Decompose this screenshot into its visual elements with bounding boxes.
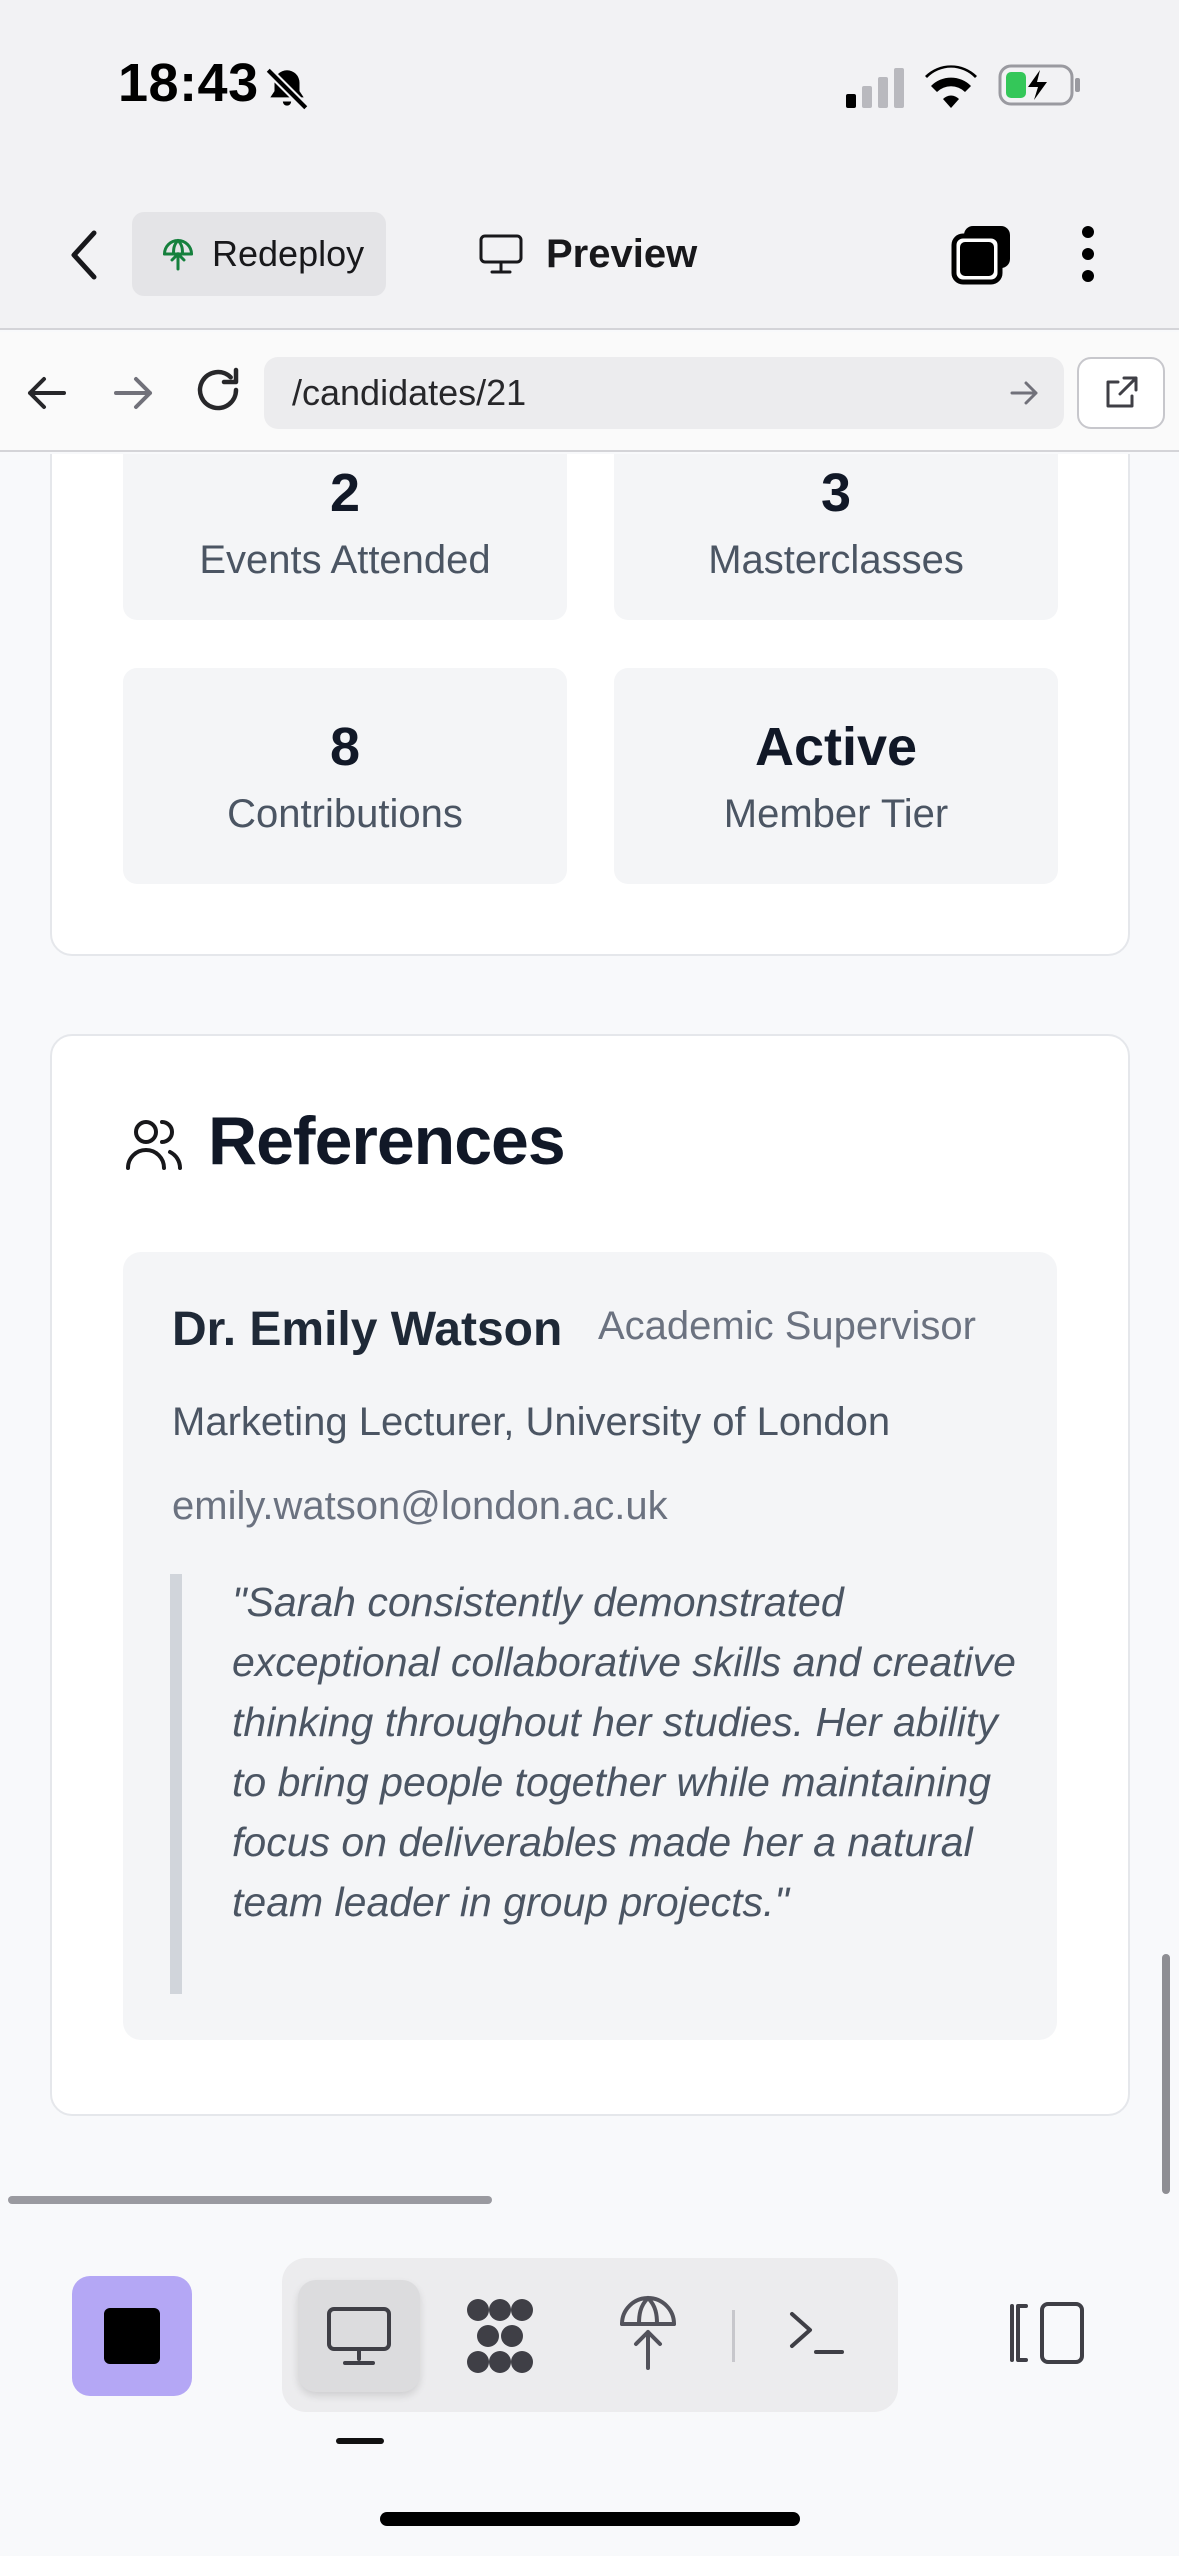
- stat-value: 3: [820, 463, 852, 523]
- stat-value: 2: [329, 463, 361, 523]
- battery-charging-icon: [998, 62, 1082, 113]
- reference-name: Dr. Emily Watson: [172, 1303, 563, 1356]
- desktop-view-button[interactable]: [298, 2280, 420, 2392]
- stat-value: 8: [329, 717, 361, 777]
- reference-quote: "Sarah consistently demonstrated excepti…: [232, 1579, 1016, 1925]
- bell-off-icon: [262, 64, 312, 119]
- redeploy-icon: [163, 239, 193, 271]
- quote-border: [170, 1574, 182, 1994]
- page-content[interactable]: 2 Events Attended 3 Masterclasses 8 Cont…: [0, 454, 1179, 2224]
- redeploy-button[interactable]: Redeploy: [132, 212, 386, 296]
- more-vertical-icon[interactable]: [1070, 222, 1106, 291]
- stop-icon: [104, 2308, 160, 2364]
- stat-events-attended: 2 Events Attended: [123, 454, 567, 620]
- horizontal-scrollbar[interactable]: [8, 2196, 492, 2204]
- url-text: /candidates/21: [292, 372, 527, 413]
- dock-separator: [732, 2310, 735, 2362]
- wifi-icon: [925, 64, 977, 113]
- preview-label: Preview: [546, 231, 698, 276]
- apps-icon[interactable]: [460, 2296, 540, 2381]
- signal-icon: [846, 68, 906, 113]
- arrow-left-icon[interactable]: [24, 370, 70, 421]
- stat-label: Events Attended: [199, 538, 491, 582]
- open-external-button[interactable]: [1077, 357, 1165, 429]
- redeploy-label: Redeploy: [212, 233, 365, 274]
- chevron-left-icon: [71, 230, 97, 280]
- desktop-icon: [327, 2307, 391, 2365]
- stat-masterclasses: 3 Masterclasses: [614, 454, 1058, 620]
- stat-label: Member Tier: [723, 792, 949, 836]
- tabs-icon[interactable]: [950, 222, 1014, 291]
- reload-icon[interactable]: [190, 362, 246, 423]
- arrow-right-small-icon[interactable]: [1008, 378, 1040, 413]
- arrow-right-icon[interactable]: [110, 370, 156, 421]
- stat-member-tier: Active Member Tier: [614, 668, 1058, 884]
- reference-email[interactable]: emily.watson@london.ac.uk: [172, 1484, 668, 1529]
- back-button[interactable]: [60, 225, 110, 285]
- external-link-icon: [1106, 376, 1138, 408]
- users-icon: [124, 1116, 184, 1177]
- vertical-scrollbar[interactable]: [1162, 1954, 1170, 2194]
- monitor-icon: [479, 234, 523, 274]
- stat-label: Masterclasses: [708, 538, 964, 582]
- active-view-indicator: [336, 2438, 384, 2444]
- url-field[interactable]: /candidates/21: [264, 357, 1064, 429]
- reference-role: Academic Supervisor: [598, 1304, 976, 1348]
- reference-position: Marketing Lecturer, University of London: [172, 1400, 891, 1444]
- home-indicator: [380, 2512, 800, 2526]
- terminal-icon[interactable]: [784, 2300, 848, 2369]
- stat-label: Contributions: [227, 792, 463, 836]
- panel-toggle-icon[interactable]: [1008, 2298, 1088, 2373]
- stat-value: Active: [754, 717, 918, 777]
- stat-contributions: 8 Contributions: [123, 668, 567, 884]
- stop-button[interactable]: [72, 2276, 192, 2396]
- deploy-icon[interactable]: [616, 2292, 680, 2377]
- preview-button[interactable]: Preview: [478, 222, 697, 286]
- status-time: 18:43: [118, 53, 259, 113]
- references-title: References: [208, 1103, 566, 1179]
